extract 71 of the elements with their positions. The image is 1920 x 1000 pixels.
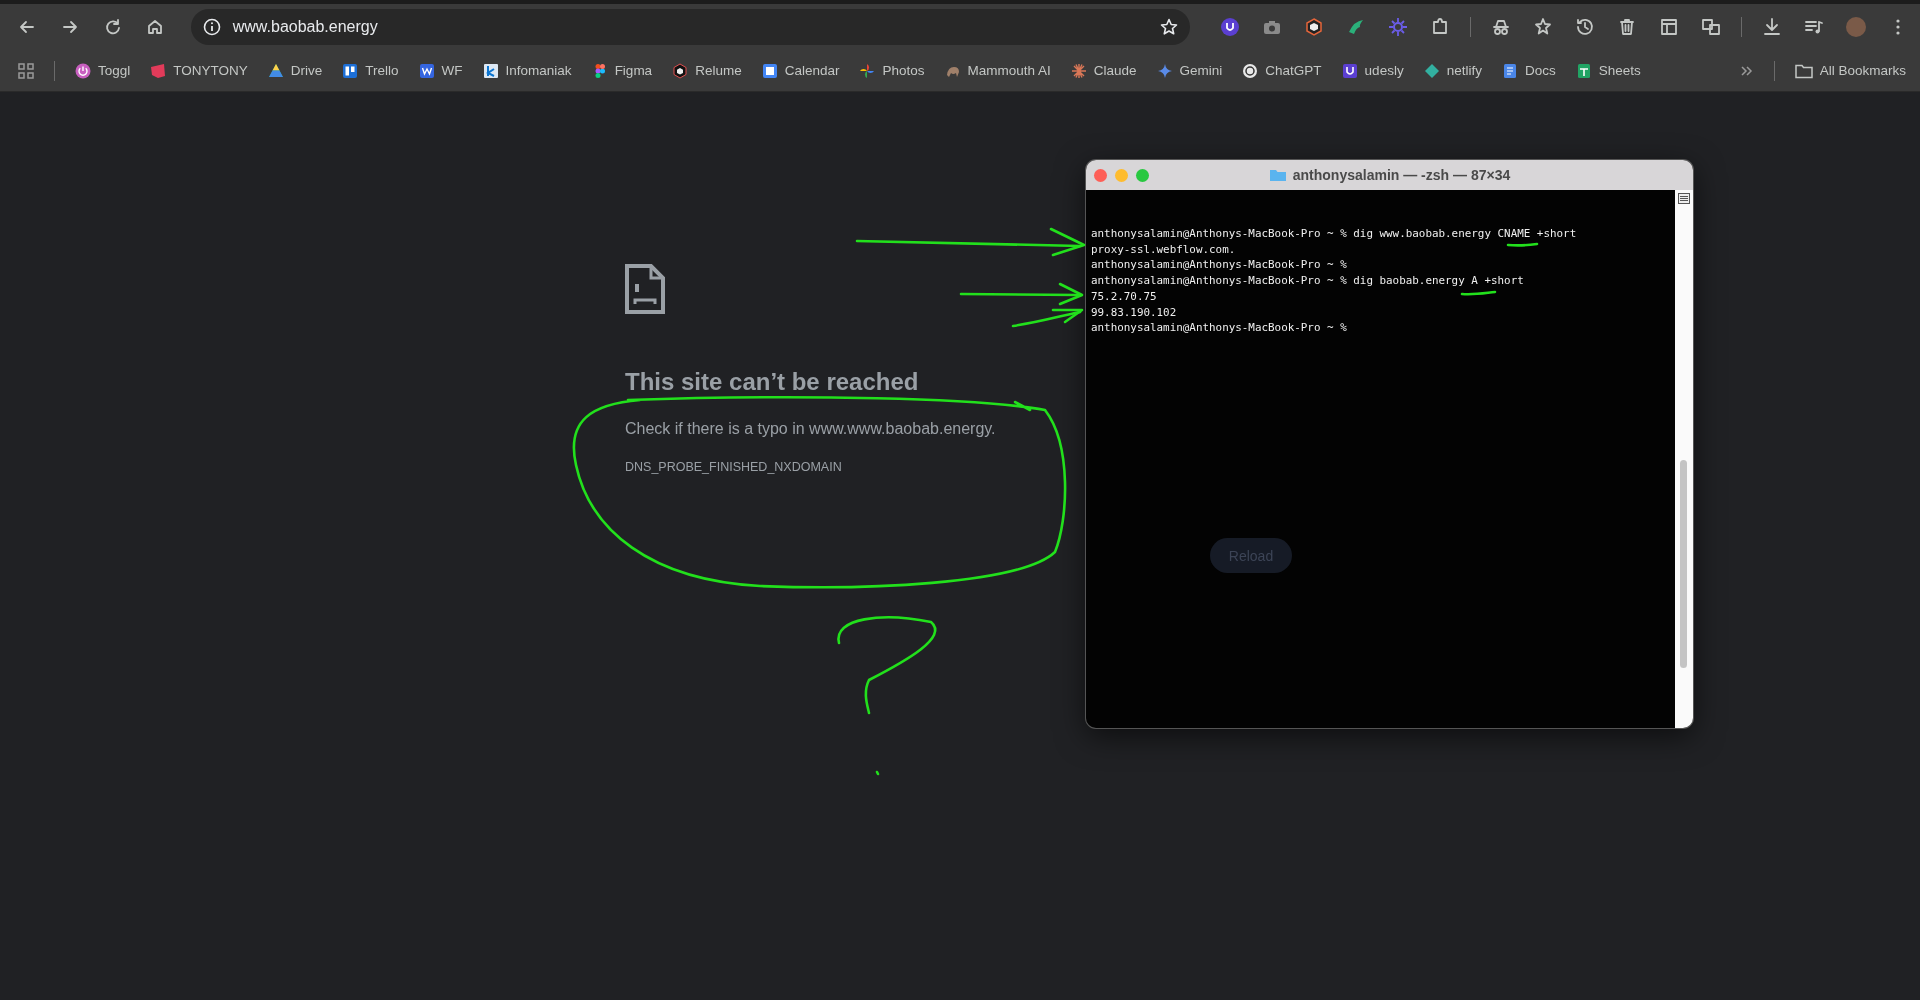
k-square-icon	[482, 62, 499, 79]
dot-annotation	[875, 770, 880, 776]
underline-annotation	[1506, 242, 1539, 247]
chevron-icon[interactable]	[1739, 63, 1754, 78]
board-icon	[342, 62, 359, 79]
apps-icon[interactable]	[18, 62, 34, 79]
star-list-icon[interactable]	[1533, 17, 1553, 37]
error-title: This site can’t be reached	[625, 368, 920, 396]
triangle-icon	[267, 62, 284, 79]
forward-icon[interactable]	[61, 18, 80, 36]
document-icon	[1501, 62, 1518, 79]
scrollbar[interactable]	[1675, 190, 1693, 728]
error-code: DNS_PROBE_FINISHED_NXDOMAIN	[625, 460, 843, 474]
bookmark-link[interactable]: Sheets	[1575, 62, 1641, 79]
bookmark-link[interactable]: Calendar	[761, 62, 840, 79]
layout-icon[interactable]	[1659, 17, 1679, 37]
bookmark-link[interactable]: ChatGPT	[1242, 62, 1322, 79]
bookmark-link[interactable]: Drive	[267, 62, 323, 79]
pinwheel-icon	[859, 62, 876, 79]
incognito-icon[interactable]	[1491, 17, 1511, 37]
star-icon[interactable]	[1160, 18, 1178, 36]
terminal-line: 75.2.70.75	[1091, 288, 1157, 305]
scrollbar-thumb[interactable]	[1680, 460, 1687, 668]
bookmark-link[interactable]: Docs	[1501, 62, 1556, 79]
bookmark-link[interactable]: Figma	[591, 62, 653, 79]
sad-page-icon	[625, 264, 665, 314]
bookmark-link[interactable]: Infomaniak	[482, 62, 572, 79]
bookmark-link[interactable]: Trello	[342, 62, 399, 79]
terminal-line: proxy-ssl.webflow.com.	[1091, 241, 1236, 258]
bookmark-link[interactable]: Gemini	[1156, 62, 1223, 79]
cube-icon[interactable]	[1304, 17, 1324, 37]
w-square-icon	[418, 62, 435, 79]
terminal-line: anthonysalamin@Anthonys-MacBook-Pro ~ % dig baobab.energy A +short	[1091, 273, 1524, 289]
underline-annotation	[1460, 290, 1497, 296]
bookmark-link[interactable]: Toggl	[75, 62, 131, 79]
puzzle-icon[interactable]	[1430, 17, 1450, 37]
reload-icon[interactable]	[103, 18, 122, 36]
terminal-line: 99.83.190.102	[1091, 304, 1177, 321]
terminal-line: anthonysalamin@Anthonys-MacBook-Pro ~ %	[1091, 257, 1347, 274]
bookmark-link[interactable]: WF	[418, 62, 463, 79]
bookmark-link[interactable]: netlify	[1423, 62, 1482, 79]
error-message: Check if there is a typo in www.www.baobab.energy.	[625, 420, 997, 438]
download-icon[interactable]	[1762, 17, 1782, 37]
back-icon[interactable]	[18, 18, 37, 36]
bookmark-link[interactable]: udesly	[1341, 62, 1404, 79]
folder-icon	[1794, 62, 1813, 79]
hexagon-icon	[672, 62, 689, 79]
calendar-icon	[761, 62, 778, 79]
info-icon[interactable]	[202, 18, 221, 36]
spreadsheet-icon	[1575, 62, 1592, 79]
window-title: anthonysalamin — -zsh — 87×34	[1292, 167, 1511, 183]
history-icon[interactable]	[1575, 17, 1595, 37]
extension-icon[interactable]	[1220, 17, 1240, 37]
bookmark-link[interactable]: Relume	[672, 62, 742, 79]
bookmark-link[interactable]: Mammouth AI	[944, 62, 1051, 79]
bookmark-link[interactable]: TONYTONY	[150, 62, 248, 79]
translate-icon[interactable]	[1701, 17, 1721, 37]
terminal-line: anthonysalamin@Anthonys-MacBook-Pro ~ % dig www.baobab.energy CNAME +short	[1091, 226, 1577, 242]
menu-icon[interactable]	[1678, 193, 1690, 204]
folder-icon	[1268, 168, 1287, 182]
home-icon[interactable]	[146, 18, 165, 36]
diamond-icon	[1423, 62, 1440, 79]
terminal-line: anthonysalamin@Anthonys-MacBook-Pro ~ %	[1091, 320, 1347, 336]
bookmark-link[interactable]: Claude	[1070, 62, 1137, 79]
power-icon	[75, 62, 91, 79]
sunburst-icon	[1070, 62, 1087, 79]
bookmark-link[interactable]: Photos	[859, 62, 925, 79]
address-bar[interactable]: www.baobab.energy	[190, 9, 1190, 45]
u-square-icon	[1341, 62, 1358, 79]
trash-icon[interactable]	[1617, 17, 1637, 37]
all-bookmarks-link[interactable]: All Bookmarks	[1794, 62, 1906, 79]
